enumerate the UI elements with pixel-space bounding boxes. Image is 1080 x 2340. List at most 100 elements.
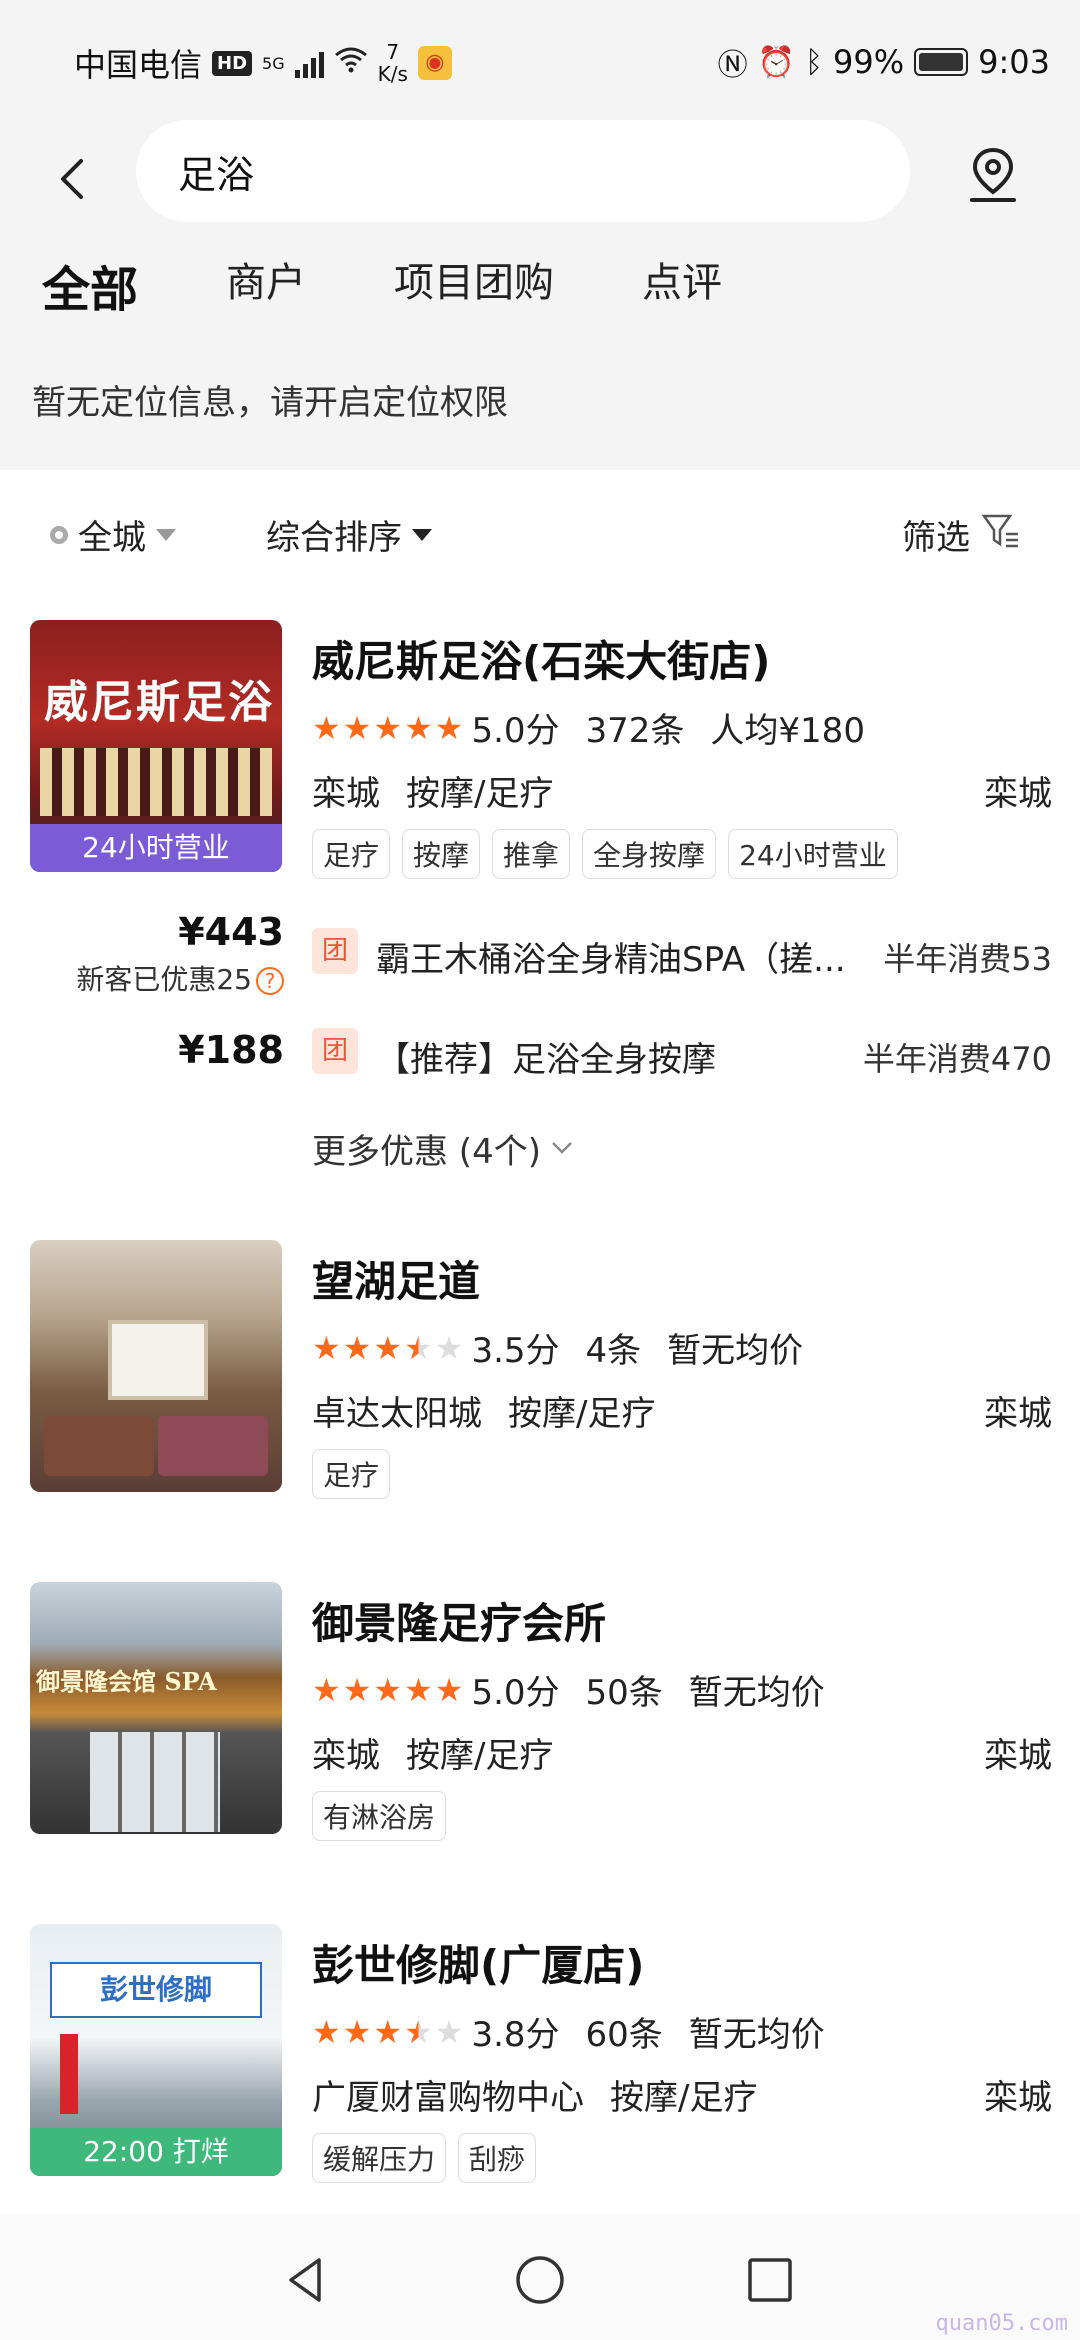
score: 3.8分 [471, 2015, 560, 2055]
tab-merchants[interactable]: 商户 [226, 250, 306, 330]
star-rating: ★ ★ ★ ★ ★ [312, 2012, 464, 2051]
deal-title: 霸王木桶浴全身精油SPA（搓... [376, 940, 846, 980]
category-tabs: 全部 商户 项目团购 点评 [42, 250, 810, 336]
thumb-bed [44, 1416, 154, 1476]
deal-title: 【推荐】足浴全身按摩 [376, 1040, 716, 1080]
alarm-icon: ⏰ [757, 44, 796, 80]
listing-thumbnail: 威尼斯足浴 24小时营业 [30, 620, 282, 872]
tab-reviews[interactable]: 点评 [642, 250, 722, 330]
filter-button-label: 筛选 [902, 518, 970, 558]
deal-row[interactable]: ¥188 团 【推荐】足浴全身按摩 半年消费470 [0, 1024, 1080, 1094]
group-deal-icon: 团 [312, 928, 358, 974]
funnel-icon [980, 510, 1020, 559]
tag: 刮痧 [458, 2133, 537, 2183]
nav-back-button[interactable] [272, 2245, 342, 2315]
review-count: 372条 [585, 711, 685, 751]
district: 栾城 [312, 1736, 380, 1776]
new-customer-discount: 新客已优惠25? [76, 958, 284, 998]
dropdown-arrow-icon [412, 528, 432, 541]
tag: 缓解压力 [312, 2133, 447, 2183]
score: 3.5分 [471, 1331, 560, 1371]
district: 广厦财富购物中心 [312, 2078, 584, 2118]
clock: 9:03 [978, 43, 1050, 81]
avg-price: 暂无均价 [688, 1673, 825, 1713]
listing-name: 御景隆足疗会所 [312, 1599, 607, 1648]
search-query: 足浴 [178, 152, 255, 197]
square-recents-icon [748, 2258, 792, 2302]
sort-filter[interactable]: 综合排序 [266, 510, 432, 559]
discount-text: 新客已优惠25 [76, 963, 252, 996]
tag-list: 足疗 [312, 1449, 1052, 1499]
review-count: 4条 [585, 1331, 642, 1371]
listing-info: 御景隆足疗会所 ★ ★ ★ ★ ★ 5.0分 50条 暂无均价 栾城 按摩/足疗 栾城 有… [312, 1590, 1052, 1841]
network-type: 5G [262, 53, 285, 73]
listing-thumbnail: 御景隆会馆 SPA [30, 1582, 282, 1834]
net-speed-unit: K/s [377, 62, 408, 86]
thumb-flag [60, 2034, 78, 2114]
meta-row: 广厦财富购物中心 按摩/足疗 栾城 [312, 2070, 1052, 2119]
filter-bar: 全城 综合排序 筛选 [0, 470, 1080, 590]
back-button[interactable] [42, 144, 102, 214]
hd-badge: HD [212, 50, 253, 76]
district: 栾城 [312, 774, 380, 814]
listing-info: 彭世修脚(广厦店) ★ ★ ★ ★ ★ 3.8分 60条 暂无均价 广厦财富购物中心 按摩… [312, 1932, 1052, 2183]
region: 栾城 [984, 2078, 1052, 2118]
tag: 推拿 [492, 829, 571, 879]
nfc-icon: Ⓝ [717, 48, 748, 83]
region: 栾城 [984, 1394, 1052, 1434]
system-nav-bar: quan05.com [0, 2215, 1080, 2340]
star-rating: ★ ★ ★ ★ ★ [312, 708, 464, 747]
battery-percent: 99% [833, 43, 905, 81]
review-count: 60条 [585, 2015, 663, 2055]
search-input[interactable]: 足浴 [136, 120, 910, 222]
review-count: 50条 [585, 1673, 663, 1713]
question-icon[interactable]: ? [256, 967, 284, 995]
chevron-down-icon [549, 1129, 575, 1169]
deal-sales: 半年消费470 [862, 1040, 1052, 1078]
listing-thumbnail: 彭世修脚 22:00 打烊 [30, 1924, 282, 2176]
listing-name: 威尼斯足浴(石栾大街店) [312, 637, 771, 686]
tag-list: 缓解压力 刮痧 [312, 2133, 1052, 2183]
map-location-button[interactable] [958, 140, 1028, 210]
category: 按摩/足疗 [508, 1394, 656, 1434]
thumb-window [108, 1320, 208, 1400]
watermark: quan05.com [935, 2311, 1068, 2336]
region: 栾城 [984, 1736, 1052, 1776]
status-bar: 中国电信 HD 5G 7 K/s ◉ Ⓝ ⏰ ᛒ 99% 9:03 [0, 0, 1080, 120]
search-row: 足浴 [0, 120, 1080, 240]
bluetooth-icon: ᛒ [805, 44, 824, 80]
battery-icon [914, 48, 969, 76]
carrier-name: 中国电信 [74, 46, 203, 84]
location-dot-icon [50, 525, 68, 544]
avg-price: 暂无均价 [688, 2015, 825, 2055]
tag: 全身按摩 [582, 829, 717, 879]
location-permission-notice[interactable]: 暂无定位信息，请开启定位权限 [32, 375, 508, 424]
hours-badge: 22:00 打烊 [30, 2128, 282, 2176]
nav-recents-button[interactable] [735, 2245, 805, 2315]
tag: 24小时营业 [728, 829, 898, 879]
area-filter[interactable]: 全城 [50, 510, 176, 559]
region: 栾城 [984, 774, 1052, 814]
thumb-sign-text: 威尼斯足浴 [44, 677, 274, 728]
more-deals-label: 更多优惠 (4个) [312, 1132, 541, 1172]
meta-row: 卓达太阳城 按摩/足疗 栾城 [312, 1386, 1052, 1435]
thumb-sign-text: 彭世修脚 [50, 1962, 262, 2018]
thumb-sign-text: 御景隆会馆 SPA [36, 1667, 217, 1696]
filter-button[interactable]: 筛选 [902, 510, 1020, 559]
rating-row: ★ ★ ★ ★ ★ 3.8分 60条 暂无均价 [312, 2007, 1052, 2056]
tab-group-deals[interactable]: 项目团购 [394, 250, 554, 330]
nav-home-button[interactable] [505, 2245, 575, 2315]
listing-name: 望湖足道 [312, 1257, 481, 1306]
meta-row: 栾城 按摩/足疗 栾城 [312, 1728, 1052, 1777]
star-rating: ★ ★ ★ ★ ★ [312, 1328, 464, 1367]
tag: 足疗 [312, 829, 391, 879]
hours-badge: 24小时营业 [30, 824, 282, 872]
deal-price: ¥443 [178, 910, 284, 954]
tab-all[interactable]: 全部 [42, 250, 138, 336]
more-deals-button[interactable]: 更多优惠 (4个) [312, 1124, 575, 1173]
map-pin-icon [970, 147, 1016, 202]
listing-name: 彭世修脚(广厦店) [312, 1941, 645, 1990]
deal-row[interactable]: ¥443 新客已优惠25? 团 霸王木桶浴全身精油SPA（搓... 半年消费53 [0, 910, 1080, 996]
tag: 有淋浴房 [312, 1791, 447, 1841]
triangle-back-icon [289, 2258, 321, 2302]
